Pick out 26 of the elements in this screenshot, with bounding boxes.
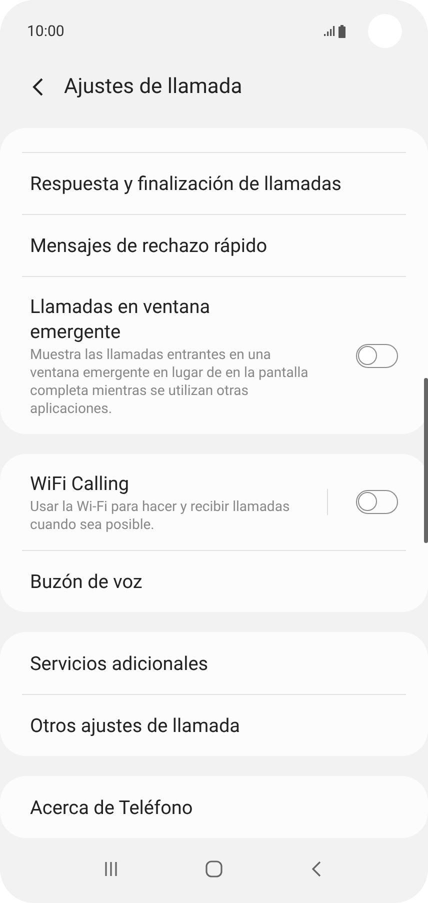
toggle-switch[interactable] [356, 344, 398, 368]
item-description: Usar la Wi-Fi para hacer y recibir llamadas cuando sea posible. [30, 498, 291, 534]
item-description: Muestra las llamadas entrantes en una ventana emergente en lugar de en la pantalla completa mientras se utilizan otras aplicaciones. [30, 346, 310, 418]
item-title: Mensajes de rechazo rápido [30, 233, 268, 258]
settings-item[interactable]: Acerca de Teléfono [22, 776, 406, 838]
item-title: Buzón de voz [30, 569, 144, 594]
item-title: Servicios adicionales [30, 650, 210, 676]
settings-item[interactable]: Servicios adicionales [22, 632, 406, 694]
item-title: Otros ajustes de llamada [30, 713, 241, 738]
toggle-switch[interactable] [356, 490, 398, 514]
item-title: Acerca de Teléfono [30, 794, 194, 820]
settings-item[interactable]: Otros ajustes de llamada [22, 694, 406, 756]
home-icon[interactable] [204, 859, 224, 879]
settings-item[interactable]: Mensajes de rechazo rápido [22, 214, 406, 276]
settings-item[interactable]: Respuesta y finalización de llamadas [22, 152, 406, 214]
item-title: Llamadas en ventana emergente [30, 294, 212, 344]
item-title: Respuesta y finalización de llamadas [30, 171, 342, 196]
page-title: Ajustes de llamada [64, 75, 242, 99]
settings-item[interactable]: WiFi Calling Usar la Wi-Fi para hacer y recibir llamadas cuando sea posible. [22, 454, 406, 550]
back-icon[interactable] [32, 77, 44, 97]
settings-item[interactable]: Buzón de voz [22, 550, 406, 612]
item-title: WiFi Calling [30, 471, 130, 496]
status-time: 10:00 [27, 22, 66, 40]
battery-icon [338, 24, 346, 38]
signal-icon [323, 25, 335, 37]
settings-item[interactable]: Llamadas en ventana emergente Muestra las llamadas entrantes en una ventana emergente en lugar de en la pantalla completa mientras se utilizan otras aplicaciones. [22, 276, 406, 434]
